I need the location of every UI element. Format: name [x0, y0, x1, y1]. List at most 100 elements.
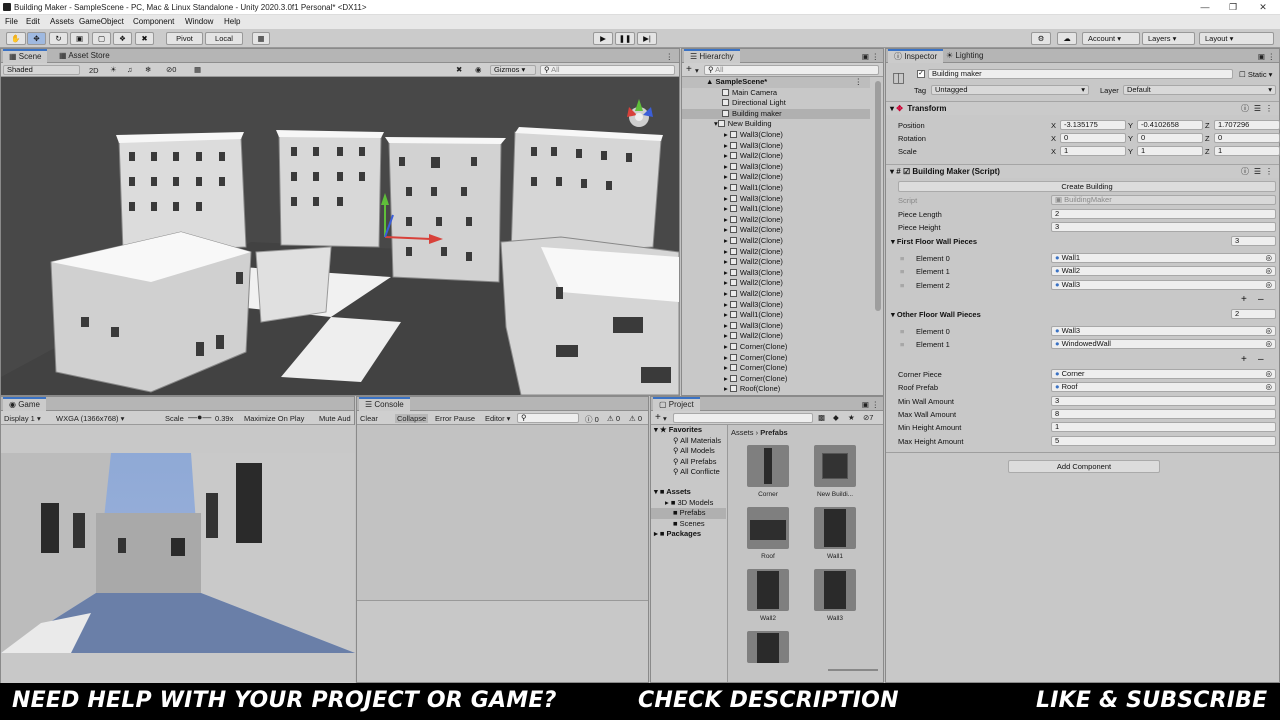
tab-asset-store[interactable]: ▦ Asset Store — [53, 49, 116, 63]
hierarchy-child-item[interactable]: ▸ Wall3(Clone) — [682, 321, 870, 332]
axis-x-label[interactable]: X — [1051, 134, 1056, 143]
array-element-field[interactable]: ● Wall3 ◎ — [1051, 279, 1276, 290]
collapse-toggle[interactable]: Collapse — [395, 414, 429, 423]
favorite-star-icon[interactable]: ★ — [848, 413, 855, 422]
hierarchy-child-item[interactable]: ▸ Corner(Clone) — [682, 353, 870, 364]
object-name-field[interactable]: Building maker — [928, 69, 1233, 79]
error-count[interactable]: ⚠ 0 — [629, 414, 642, 423]
prefab-wall2[interactable]: Wall2 — [745, 569, 791, 622]
folder-prefabs[interactable]: ■ Prefabs — [651, 508, 726, 519]
hierarchy-child-item[interactable]: ▸ Roof(Clone) — [682, 384, 870, 395]
favorites-row[interactable]: ▾ ★ Favorites — [651, 425, 726, 436]
audio-icon[interactable]: ♫ — [127, 65, 133, 74]
filter-type-icon[interactable]: ▩ — [818, 413, 825, 422]
layout-dropdown[interactable]: Layout ▾ — [1199, 32, 1274, 45]
component-menu-icon[interactable]: ⋮ — [1265, 165, 1273, 178]
axis-y-label[interactable]: Y — [1128, 121, 1133, 130]
custom-tool-icon[interactable]: ✖ — [135, 32, 154, 45]
project-search-input[interactable] — [673, 413, 813, 423]
maximize-on-play-toggle[interactable]: Maximize On Play — [244, 414, 304, 423]
axis-z-label[interactable]: Z — [1205, 134, 1210, 143]
layers-dropdown[interactable]: Layers ▾ — [1142, 32, 1195, 45]
camera-icon[interactable]: ◉ — [475, 65, 482, 74]
favorite-all-models[interactable]: ⚲ All Models — [651, 446, 726, 457]
transform-header[interactable]: ▾ ✥ Transform ⓘ ☰ ⋮ — [886, 101, 1279, 115]
panel-menu-icon[interactable]: ⋮ — [1268, 52, 1276, 61]
hierarchy-child-item[interactable]: ▸ Wall2(Clone) — [682, 289, 870, 300]
hierarchy-item-main-camera[interactable]: Main Camera — [682, 88, 870, 99]
object-picker-icon[interactable]: ◎ — [1265, 370, 1272, 378]
menu-help[interactable]: Help — [224, 17, 240, 26]
axis-y-label[interactable]: Y — [1128, 134, 1133, 143]
folder-scenes[interactable]: ■ Scenes — [651, 519, 726, 530]
hierarchy-child-item[interactable]: ▸ Wall3(Clone) — [682, 194, 870, 205]
expand-arrow-icon[interactable]: ▾ — [654, 425, 658, 434]
assets-row[interactable]: ▾ ■ Assets — [651, 487, 726, 498]
panel-menu-icon[interactable]: ⋮ — [872, 400, 880, 409]
play-button[interactable]: ▶ — [593, 32, 613, 45]
chevron-down-icon[interactable]: ▾ — [663, 414, 667, 423]
hierarchy-search-input[interactable]: ⚲ All — [704, 65, 879, 75]
active-checkbox[interactable]: ✓ — [917, 70, 925, 78]
scale-x-field[interactable]: 1 — [1060, 146, 1126, 156]
error-pause-toggle[interactable]: Error Pause — [435, 414, 475, 423]
collab-icon[interactable]: ⚙ — [1031, 32, 1051, 45]
menu-window[interactable]: Window — [185, 17, 213, 26]
hierarchy-item-new-building[interactable]: ▾ New Building — [682, 119, 870, 130]
scene-viewport[interactable] — [1, 77, 679, 395]
tab-inspector[interactable]: ⓘ Inspector — [888, 49, 944, 63]
console-log-area[interactable] — [357, 425, 648, 601]
menu-gameobject[interactable]: GameObject — [79, 17, 124, 26]
resolution-dropdown[interactable]: WXGA (1366x768) ▾ — [56, 414, 124, 423]
object-picker-icon[interactable]: ◎ — [1265, 281, 1272, 289]
other-floor-count-field[interactable]: 2 — [1231, 309, 1276, 319]
folder-3d-models[interactable]: ▸ ■ 3D Models — [651, 498, 726, 509]
tab-lighting[interactable]: ☀ Lighting — [940, 49, 989, 63]
help-icon[interactable]: ⓘ — [1241, 165, 1249, 178]
local-toggle[interactable]: Local — [205, 32, 243, 45]
scene-row[interactable]: ▲ SampleScene* ⋮ — [682, 77, 870, 88]
move-tool-icon[interactable]: ✥ — [27, 32, 46, 45]
position-z-field[interactable]: 1.707296 — [1214, 120, 1280, 130]
array-element-field[interactable]: ● WindowedWall ◎ — [1051, 339, 1276, 350]
effects-icon[interactable]: ❄ — [145, 65, 151, 74]
object-picker-icon[interactable]: ◎ — [1265, 340, 1272, 348]
hierarchy-child-item[interactable]: ▸ Wall2(Clone) — [682, 257, 870, 268]
hierarchy-child-item[interactable]: ▸ Wall2(Clone) — [682, 331, 870, 342]
tools-icon[interactable]: ✖ — [456, 65, 462, 74]
cloud-icon[interactable]: ☁ — [1057, 32, 1077, 45]
menu-component[interactable]: Component — [133, 17, 174, 26]
hidden-packages-icon[interactable]: ⊘7 — [863, 413, 873, 422]
hierarchy-child-item[interactable]: ▸ Wall3(Clone) — [682, 141, 870, 152]
piece-height-field[interactable]: 3 — [1051, 222, 1276, 232]
object-picker-icon[interactable]: ◎ — [1265, 267, 1272, 275]
max-height-amount-field[interactable]: 5 — [1051, 436, 1276, 446]
component-enabled-checkbox[interactable]: ☑ — [903, 167, 910, 176]
axis-x-label[interactable]: X — [1051, 147, 1056, 156]
foldout-arrow-icon[interactable]: ▾ — [890, 167, 894, 176]
help-icon[interactable]: ⓘ — [1241, 102, 1249, 115]
axis-z-label[interactable]: Z — [1205, 121, 1210, 130]
first-floor-count-field[interactable]: 3 — [1231, 236, 1276, 246]
hierarchy-child-item[interactable]: ▸ Wall2(Clone) — [682, 151, 870, 162]
max-wall-amount-field[interactable]: 8 — [1051, 409, 1276, 419]
hierarchy-child-item[interactable]: ▸ Wall2(Clone) — [682, 215, 870, 226]
min-wall-amount-field[interactable]: 3 — [1051, 396, 1276, 406]
axis-z-label[interactable]: Z — [1205, 147, 1210, 156]
favorite-all-prefabs[interactable]: ⚲ All Prefabs — [651, 457, 726, 468]
menu-assets[interactable]: Assets — [50, 17, 74, 26]
hierarchy-item-building-maker[interactable]: Building maker — [682, 108, 870, 120]
hierarchy-child-item[interactable]: ▸ Wall2(Clone) — [682, 236, 870, 247]
hierarchy-child-item[interactable]: ▸ Wall1(Clone) — [682, 204, 870, 215]
account-dropdown[interactable]: Account ▾ — [1082, 32, 1140, 45]
hierarchy-child-item[interactable]: ▸ Wall3(Clone) — [682, 130, 870, 141]
static-toggle[interactable]: ☐ Static ▾ — [1239, 70, 1272, 79]
close-icon[interactable]: ✕ — [1250, 1, 1276, 14]
pause-button[interactable]: ❚❚ — [615, 32, 635, 45]
menu-edit[interactable]: Edit — [26, 17, 40, 26]
lock-icon[interactable]: ▣ — [862, 400, 869, 409]
panel-menu-icon[interactable]: ⋮ — [872, 52, 880, 61]
rect-tool-icon[interactable]: ▢ — [92, 32, 111, 45]
scene-menu-icon[interactable]: ⋮ — [855, 77, 863, 88]
object-picker-icon[interactable]: ◎ — [1265, 327, 1272, 335]
